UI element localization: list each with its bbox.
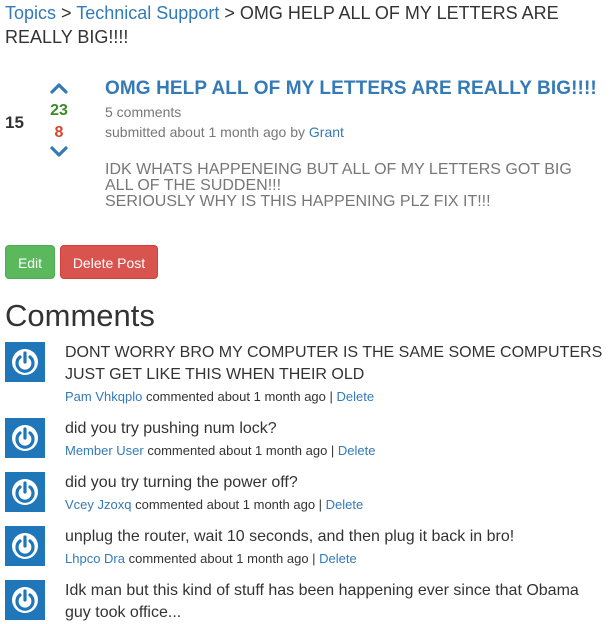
breadcrumb-separator: > [56, 3, 77, 23]
comment-meta: Member User commented about 1 month ago … [65, 442, 376, 460]
comment-author-link[interactable]: Vcey Jzoxq [65, 497, 131, 512]
post-submitted: submitted about 1 month ago by Grant [105, 122, 610, 142]
comment-author-link[interactable]: Lhpco Dra [65, 551, 125, 566]
comment-count: 5 comments [105, 104, 182, 120]
comment-meta: Vcey Jzoxq commented about 1 month ago |… [65, 496, 363, 514]
power-icon [12, 425, 38, 451]
chevron-down-icon[interactable] [46, 144, 72, 160]
comment-meta: Lhpco Dra commented about 1 month ago | … [65, 550, 357, 568]
comment-text: DONT WORRY BRO MY COMPUTER IS THE SAME S… [65, 344, 603, 383]
submitted-text: submitted about 1 month ago by [105, 124, 309, 140]
comment-meta: Pam Vhkqplo commented about 1 month ago … [65, 388, 374, 406]
upvote-count: 23 [50, 102, 68, 119]
chevron-up-icon[interactable] [46, 80, 72, 96]
comment-delete-link[interactable]: Delete [337, 389, 375, 404]
post-score: 15 [5, 113, 24, 132]
edit-button[interactable]: Edit [5, 245, 55, 279]
power-icon [12, 349, 38, 375]
post-body: IDK WHATS HAPPENEING BUT ALL OF MY LETTE… [105, 162, 610, 210]
breadcrumb-topics-link[interactable]: Topics [5, 3, 56, 23]
avatar [5, 580, 45, 620]
power-icon [12, 479, 38, 505]
comment-text: did you try turning the power off? [65, 474, 298, 491]
author-link[interactable]: Grant [309, 124, 344, 140]
comment-author-link[interactable]: Member User [65, 443, 144, 458]
comment-author-link[interactable]: Pam Vhkqplo [65, 389, 142, 404]
vote-controls: 23 8 [46, 80, 72, 160]
comment-time: commented about 1 month ago | [131, 497, 326, 512]
post-title[interactable]: OMG HELP ALL OF MY LETTERS ARE REALLY BI… [105, 78, 610, 100]
comment-text: unplug the router, wait 10 seconds, and … [65, 528, 515, 545]
avatar [5, 342, 45, 382]
breadcrumb-separator: > [219, 3, 240, 23]
delete-post-button[interactable]: Delete Post [60, 245, 158, 279]
post-body-line: ALL OF THE SUDDEN!!! [105, 177, 282, 194]
breadcrumb: Topics > Technical Support > OMG HELP AL… [5, 1, 605, 49]
breadcrumb-category-link[interactable]: Technical Support [76, 3, 219, 23]
downvote-count: 8 [54, 124, 64, 141]
post-body-line: SERIOUSLY WHY IS THIS HAPPENING PLZ FIX … [105, 193, 491, 210]
post-body-line: IDK WHATS HAPPENEING BUT ALL OF MY LETTE… [105, 161, 572, 178]
power-icon [12, 587, 38, 613]
avatar [5, 472, 45, 512]
comment-delete-link[interactable]: Delete [326, 497, 364, 512]
comment-text: Idk man but this kind of stuff has been … [65, 582, 579, 621]
post: OMG HELP ALL OF MY LETTERS ARE REALLY BI… [105, 78, 610, 210]
comment-delete-link[interactable]: Delete [338, 443, 376, 458]
comments-heading: Comments [5, 298, 155, 333]
comment-text: did you try pushing num lock? [65, 420, 277, 437]
comment-time: commented about 1 month ago | [143, 443, 338, 458]
comment-time: commented about 1 month ago | [142, 389, 337, 404]
avatar [5, 526, 45, 566]
comment-time: commented about 1 month ago | [124, 551, 320, 566]
comment-delete-link[interactable]: Delete [319, 551, 357, 566]
avatar [5, 418, 45, 458]
power-icon [12, 533, 38, 559]
